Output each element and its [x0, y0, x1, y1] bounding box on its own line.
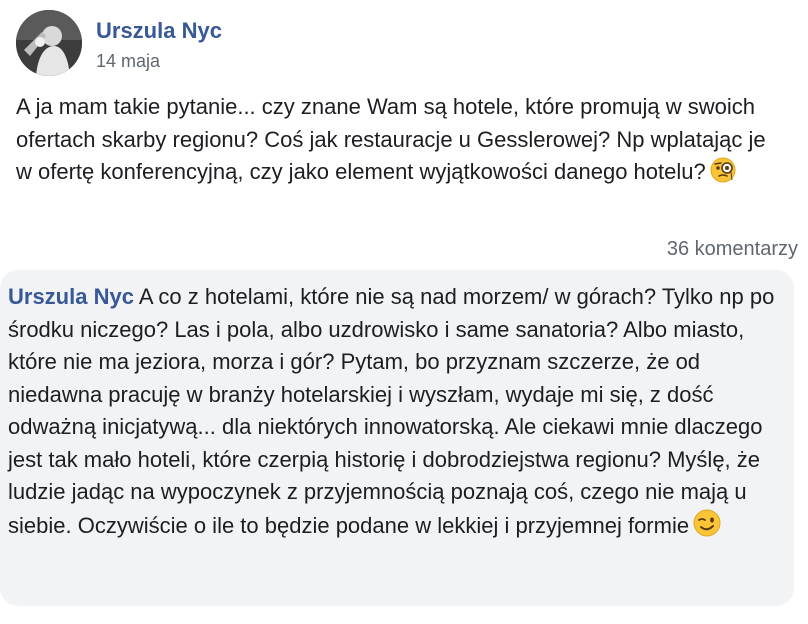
- comment-text: A co z hotelami, które nie są nad morzem…: [8, 284, 775, 538]
- monocle-face-emoji-icon: [710, 157, 736, 193]
- comment: Urszula Nyc A co z hotelami, które nie s…: [8, 281, 798, 546]
- avatar-photo: [16, 10, 82, 76]
- post-body: A ja mam takie pytanie... czy znane Wam …: [16, 91, 786, 193]
- avatar[interactable]: [16, 10, 82, 76]
- post-date[interactable]: 14 maja: [96, 51, 160, 72]
- winking-face-emoji-icon: [693, 509, 721, 547]
- post-author-name[interactable]: Urszula Nyc: [96, 18, 222, 44]
- comment-count-link[interactable]: 36 komentarzy: [667, 238, 798, 261]
- post-text: A ja mam takie pytanie... czy znane Wam …: [16, 94, 766, 184]
- comment-author-name[interactable]: Urszula Nyc: [8, 284, 134, 309]
- facebook-post: Urszula Nyc 14 maja A ja mam takie pytan…: [0, 0, 808, 624]
